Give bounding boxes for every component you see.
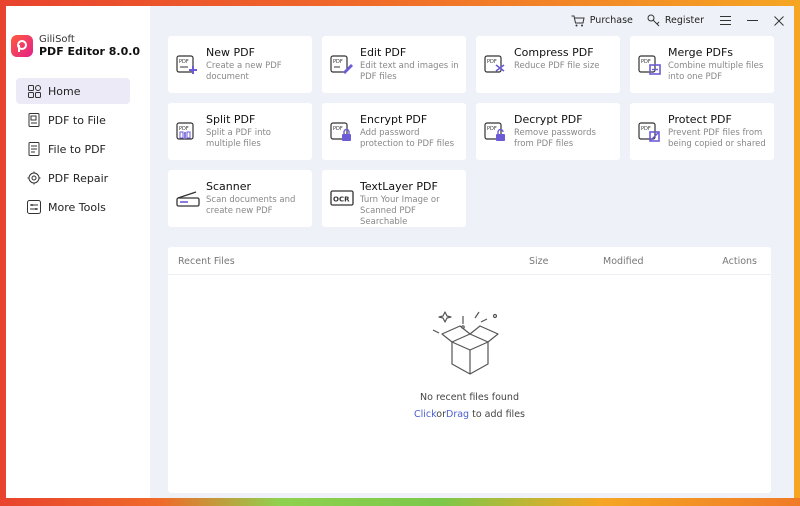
- brand: GiliSoft PDF Editor 8.0.0: [6, 34, 150, 58]
- hint-or: or: [436, 409, 447, 420]
- register-button[interactable]: Register: [647, 14, 704, 27]
- purchase-label: Purchase: [589, 15, 633, 26]
- more-tools-icon: [26, 199, 42, 215]
- empty-box-icon: [432, 311, 499, 375]
- tool-new-pdf[interactable]: PDF New PDF Create a new PDF document: [168, 36, 312, 93]
- tool-title: Split PDF: [206, 113, 256, 126]
- tool-encrypt-pdf[interactable]: PDF Encrypt PDF Add password protection t…: [322, 103, 466, 160]
- brand-product: PDF Editor 8.0.0: [39, 45, 141, 58]
- tool-compress-pdf[interactable]: PDF Compress PDF Reduce PDF file size: [476, 36, 620, 93]
- tool-desc: Turn Your Image or Scanned PDF Searchabl…: [360, 195, 440, 227]
- tool-desc: Prevent PDF files from being copied or s…: [668, 128, 766, 149]
- main-panel: Purchase Register PDF New PDF Create a ne…: [150, 6, 794, 498]
- tool-desc: Add password protection to PDF files: [360, 128, 454, 149]
- svg-text:PDF: PDF: [179, 126, 189, 132]
- sidebar-item-pdf-to-file[interactable]: PDF to File: [16, 107, 130, 133]
- sidebar-item-home[interactable]: Home: [16, 78, 130, 104]
- tool-title: Merge PDFs: [668, 46, 733, 59]
- tool-desc: Remove passwords from PDF files: [514, 128, 596, 149]
- app-window: GiliSoft PDF Editor 8.0.0 Home PDF to Fi…: [6, 6, 794, 498]
- sidebar-item-label: File to PDF: [48, 142, 106, 156]
- minimize-icon: [747, 20, 758, 21]
- tool-desc: Edit text and images in PDF files: [360, 61, 459, 82]
- ocr-icon: OCR: [330, 190, 354, 206]
- tool-desc: Scan documents and create new PDF: [206, 195, 296, 216]
- merge-pdf-icon: PDF: [638, 55, 661, 75]
- pdf-to-file-icon: [26, 112, 42, 128]
- tool-desc: Reduce PDF file size: [514, 61, 600, 71]
- svg-text:PDF: PDF: [487, 126, 497, 132]
- sidebar-item-label: Home: [48, 84, 81, 98]
- sidebar-item-label: More Tools: [48, 200, 106, 214]
- close-icon: [774, 15, 784, 26]
- tool-desc: Split a PDF into multiple files: [206, 128, 272, 149]
- app-logo-icon: [11, 35, 33, 57]
- svg-text:PDF: PDF: [641, 126, 651, 132]
- lock-icon: PDF: [330, 122, 351, 141]
- tool-title: Scanner: [206, 180, 252, 193]
- sidebar-item-label: PDF to File: [48, 113, 106, 127]
- bottom-border: [0, 498, 800, 506]
- svg-text:PDF: PDF: [641, 59, 651, 65]
- tool-title: TextLayer PDF: [360, 180, 438, 193]
- sidebar-item-file-to-pdf[interactable]: File to PDF: [16, 136, 130, 162]
- click-link[interactable]: Click: [414, 409, 436, 420]
- sidebar-item-label: PDF Repair: [48, 171, 109, 185]
- tool-textlayer-pdf[interactable]: OCR TextLayer PDF Turn Your Image or Scan…: [322, 170, 466, 227]
- new-pdf-icon: PDF: [176, 55, 197, 74]
- hamburger-icon: [720, 16, 731, 25]
- scanner-icon: [176, 191, 200, 207]
- tool-decrypt-pdf[interactable]: PDF Decrypt PDF Remove passwords from PDF…: [476, 103, 620, 160]
- tool-title: Compress PDF: [514, 46, 594, 59]
- compress-pdf-icon: PDF: [484, 55, 505, 73]
- sidebar-item-more-tools[interactable]: More Tools: [16, 194, 130, 220]
- repair-icon: [26, 170, 42, 186]
- hint-rest: to add files: [469, 409, 525, 420]
- empty-message: No recent files found: [420, 392, 519, 403]
- topbar: Purchase Register: [557, 14, 784, 27]
- tool-desc: Create a new PDF document: [206, 61, 282, 82]
- tool-desc: Combine multiple files into one PDF: [668, 61, 764, 82]
- purchase-button[interactable]: Purchase: [571, 15, 633, 27]
- close-button[interactable]: [774, 15, 784, 26]
- split-pdf-icon: PDF: [176, 122, 194, 140]
- key-icon: [647, 14, 660, 27]
- svg-text:PDF: PDF: [333, 59, 343, 65]
- menu-button[interactable]: [720, 16, 731, 25]
- sidebar: GiliSoft PDF Editor 8.0.0 Home PDF to Fi…: [6, 6, 150, 498]
- tool-edit-pdf[interactable]: PDF Edit PDF Edit text and images in PDF …: [322, 36, 466, 93]
- tool-grid: PDF New PDF Create a new PDF document PDF…: [168, 36, 784, 227]
- column-recent-files: Recent Files: [178, 256, 235, 267]
- protect-icon: PDF: [638, 122, 660, 142]
- tool-title: Protect PDF: [668, 113, 732, 126]
- column-size: Size: [529, 256, 549, 267]
- file-to-pdf-icon: [26, 141, 42, 157]
- column-modified: Modified: [603, 256, 644, 267]
- sidebar-item-pdf-repair[interactable]: PDF Repair: [16, 165, 130, 191]
- recent-files-header: Recent Files Size Modified Actions: [168, 247, 771, 275]
- tool-title: New PDF: [206, 46, 255, 59]
- tool-title: Encrypt PDF: [360, 113, 428, 126]
- tool-title: Edit PDF: [360, 46, 407, 59]
- tool-merge-pdfs[interactable]: PDF Merge PDFs Combine multiple files int…: [630, 36, 774, 93]
- register-label: Register: [664, 15, 704, 26]
- tool-split-pdf[interactable]: PDF Split PDF Split a PDF into multiple f…: [168, 103, 312, 160]
- empty-hint: ClickorDrag to add files: [168, 409, 771, 420]
- recent-files-panel[interactable]: Recent Files Size Modified Actions No re…: [168, 247, 771, 493]
- unlock-icon: PDF: [484, 122, 505, 141]
- minimize-button[interactable]: [747, 16, 758, 25]
- tool-scanner[interactable]: Scanner Scan documents and create new PDF: [168, 170, 312, 227]
- svg-text:OCR: OCR: [333, 196, 350, 204]
- svg-text:PDF: PDF: [487, 59, 497, 65]
- empty-state: No recent files found ClickorDrag to add…: [168, 302, 771, 420]
- home-icon: [26, 83, 42, 99]
- drag-link[interactable]: Drag: [446, 409, 469, 420]
- svg-text:PDF: PDF: [179, 59, 189, 65]
- cart-icon: [571, 15, 585, 26]
- edit-pdf-icon: PDF: [330, 55, 353, 74]
- tool-protect-pdf[interactable]: PDF Protect PDF Prevent PDF files from be…: [630, 103, 774, 160]
- column-actions: Actions: [722, 256, 757, 267]
- tool-title: Decrypt PDF: [514, 113, 583, 126]
- svg-text:PDF: PDF: [333, 126, 343, 132]
